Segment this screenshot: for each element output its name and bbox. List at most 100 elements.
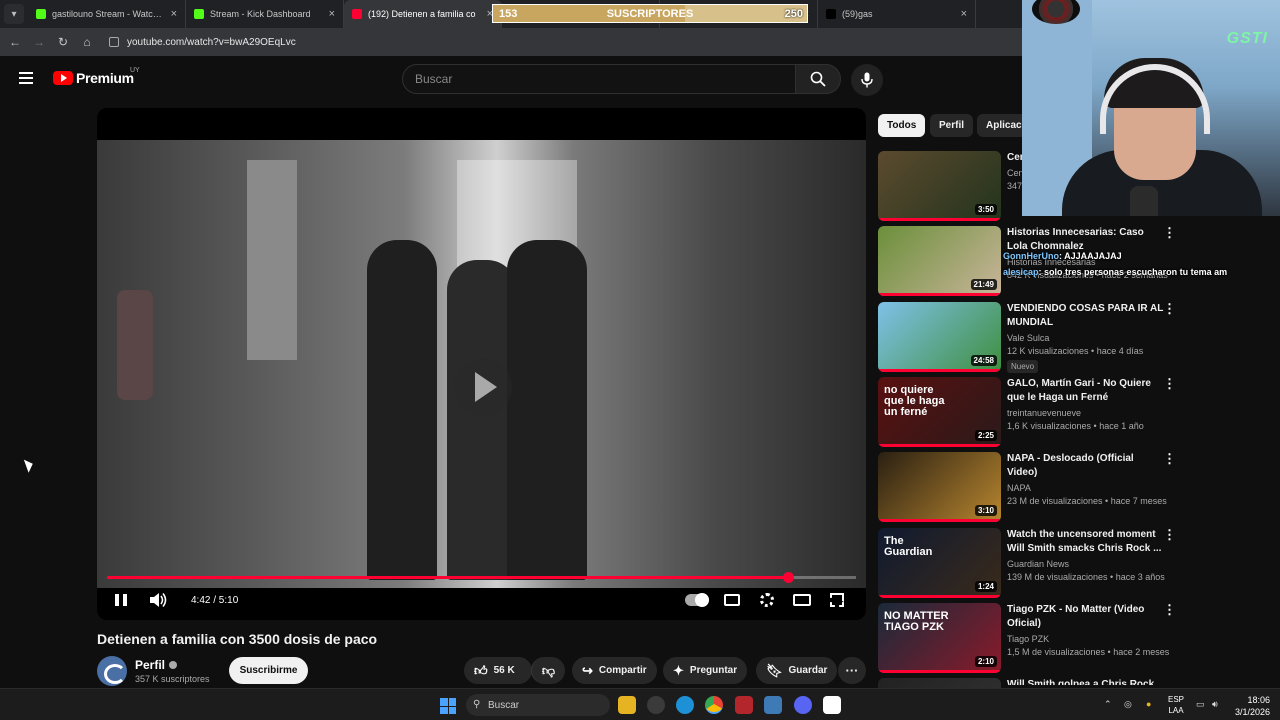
autoplay-toggle[interactable]: [684, 590, 710, 610]
fullscreen-button[interactable]: [827, 590, 847, 610]
more-actions-button[interactable]: ···: [838, 657, 866, 684]
app-icon[interactable]: [735, 696, 753, 714]
url-field[interactable]: youtube.com/watch?v=bwA29OEqLvc: [109, 37, 296, 48]
recommendation-item[interactable]: NO MATTER TIAGO PZK 2:10 Tiago PZK - No Ma…: [878, 602, 1178, 673]
more-options-icon[interactable]: [1163, 301, 1176, 317]
browser-tab[interactable]: Stream - Kick Dashboard ×: [186, 0, 344, 28]
close-tab-icon[interactable]: ×: [329, 8, 335, 20]
subtitles-icon: [724, 594, 740, 606]
taskbar-search[interactable]: ⚲ Buscar: [466, 694, 610, 716]
video-frame[interactable]: [97, 140, 866, 588]
tray-app-icon[interactable]: ◎: [1124, 699, 1132, 710]
subscribe-button[interactable]: Suscribirme: [229, 657, 308, 684]
forward-icon[interactable]: →: [27, 35, 51, 49]
recommendation-item[interactable]: no quiere que le haga un ferné 2:25 GALO, …: [878, 376, 1178, 447]
watched-bar: [878, 519, 1001, 523]
recommendation-title[interactable]: Tiago PZK - No Matter (Video Oficial): [1007, 603, 1165, 631]
more-options-icon[interactable]: [1163, 527, 1176, 543]
tab-favicon-icon: [826, 9, 836, 19]
recommendation-title[interactable]: Will Smith golpea a Chris Rock: [1007, 678, 1165, 685]
recommendation-meta: 139 M de visualizaciones • hace 3 años: [1007, 571, 1165, 582]
dislike-button[interactable]: 👎︎: [531, 657, 565, 684]
recommendation-thumbnail[interactable]: no quiere que le haga un ferné 2:25: [878, 376, 1001, 447]
recommendation-thumbnail[interactable]: The Guardian 1:24: [878, 527, 1001, 598]
time-display: 4:42 / 5:10: [191, 595, 239, 606]
more-options-icon[interactable]: [1163, 602, 1176, 618]
recommendation-thumbnail[interactable]: NO MATTER TIAGO PZK 2:10: [878, 602, 1001, 673]
like-button[interactable]: 👍︎ 56 K: [464, 657, 532, 684]
save-button[interactable]: 🔖︎ Guardar: [756, 657, 838, 684]
recommendation-title[interactable]: VENDIENDO COSAS PARA IR AL MUNDIAL: [1007, 302, 1165, 330]
youtube-logo[interactable]: Premium UY: [53, 67, 140, 86]
watched-bar: [878, 368, 1001, 372]
channel-name[interactable]: Perfil: [135, 658, 165, 672]
volume-tray-icon[interactable]: 🔊︎: [1212, 699, 1218, 710]
tab-favicon-icon: [194, 9, 204, 19]
app-icon[interactable]: [764, 696, 782, 714]
home-icon[interactable]: ⌂: [75, 35, 99, 49]
pause-button[interactable]: [111, 590, 131, 610]
share-button[interactable]: ↪ Compartir: [572, 657, 657, 684]
windows-start-icon[interactable]: [440, 698, 456, 714]
recommendation-title[interactable]: NAPA - Deslocado (Official Video): [1007, 452, 1165, 480]
recommendation-item[interactable]: The Guardian 1:24 Watch the uncensored mom…: [878, 527, 1178, 598]
autoplay-icon: [685, 593, 709, 607]
app-icon[interactable]: [823, 696, 841, 714]
browser-tab[interactable]: gastilouno Stream - Watch Live ×: [28, 0, 186, 28]
chrome-icon[interactable]: [705, 696, 723, 714]
more-options-icon[interactable]: [1163, 376, 1176, 392]
recommendation-item[interactable]: 21:49 Historias Innecesarias: Caso Lola C…: [878, 225, 1178, 297]
recommendation-channel[interactable]: treintanuevenueve: [1007, 408, 1165, 418]
ask-button[interactable]: ✦ Preguntar: [663, 657, 748, 684]
settings-button[interactable]: [757, 590, 777, 610]
edge-icon[interactable]: [676, 696, 694, 714]
recommendation-thumbnail[interactable]: 24:58: [878, 301, 1001, 372]
back-icon[interactable]: ←: [3, 35, 27, 49]
chip-todos[interactable]: Todos: [878, 114, 926, 137]
recommendation-title[interactable]: GALO, Martín Gari - No Quiere que le Hag…: [1007, 377, 1165, 405]
recommendation-channel[interactable]: Guardian News: [1007, 559, 1165, 569]
recommendation-thumbnail[interactable]: 21:49: [878, 226, 1001, 297]
watched-bar: [878, 293, 1001, 297]
play-overlay-icon[interactable]: [454, 358, 512, 416]
recommendation-channel[interactable]: NAPA: [1007, 483, 1165, 493]
close-tab-icon[interactable]: ×: [961, 8, 967, 20]
volume-button[interactable]: [148, 590, 168, 610]
search-button[interactable]: [795, 64, 841, 94]
thumbs-down-icon: 👎︎: [541, 662, 556, 678]
chip-perfil[interactable]: Perfil: [930, 114, 974, 137]
recommendation-channel[interactable]: Tiago PZK: [1007, 634, 1165, 644]
recommendation-thumbnail[interactable]: 3:50: [878, 151, 1001, 221]
tab-search-dropdown[interactable]: ▾: [4, 4, 24, 24]
tray-mic-icon[interactable]: ●: [1146, 699, 1151, 709]
network-icon[interactable]: ▭: [1196, 699, 1205, 710]
discord-icon[interactable]: [794, 696, 812, 714]
recommendation-item[interactable]: Will Smith golpea a Chris Rock: [878, 678, 1178, 720]
theater-mode-button[interactable]: [792, 590, 812, 610]
channel-avatar[interactable]: [97, 656, 127, 686]
app-icon[interactable]: [647, 696, 665, 714]
progress-bar[interactable]: [107, 572, 856, 583]
browser-tab[interactable]: (59)gas ×: [818, 0, 976, 28]
close-tab-icon[interactable]: ×: [171, 8, 177, 20]
clock[interactable]: 18:06 3/1/2026: [1230, 694, 1270, 718]
recommendation-item[interactable]: 24:58 VENDIENDO COSAS PARA IR AL MUNDIAL V…: [878, 301, 1178, 373]
search-input[interactable]: Buscar: [402, 64, 796, 94]
browser-tab[interactable]: (192) Detienen a familia co ×: [344, 0, 502, 28]
language-indicator[interactable]: ESP LAA: [1168, 694, 1184, 716]
more-options-icon[interactable]: [1163, 451, 1176, 467]
voice-search-button[interactable]: [851, 64, 883, 96]
video-player[interactable]: 4:42 / 5:10: [97, 108, 866, 620]
site-info-icon[interactable]: [109, 37, 119, 47]
file-explorer-icon[interactable]: [618, 696, 636, 714]
recommendation-thumbnail[interactable]: 3:10: [878, 452, 1001, 523]
more-options-icon[interactable]: [1163, 225, 1176, 241]
subtitles-button[interactable]: [722, 590, 742, 610]
recommendation-item[interactable]: 3:10 NAPA - Deslocado (Official Video) NAP…: [878, 451, 1178, 523]
recommendation-channel[interactable]: Vale Sulca: [1007, 333, 1165, 343]
reload-icon[interactable]: ↻: [51, 35, 75, 49]
new-badge: Nuevo: [1007, 359, 1039, 373]
tray-chevron-icon[interactable]: ⌃: [1104, 699, 1112, 710]
menu-icon[interactable]: [19, 72, 33, 84]
recommendation-title[interactable]: Watch the uncensored moment Will Smith s…: [1007, 528, 1165, 556]
